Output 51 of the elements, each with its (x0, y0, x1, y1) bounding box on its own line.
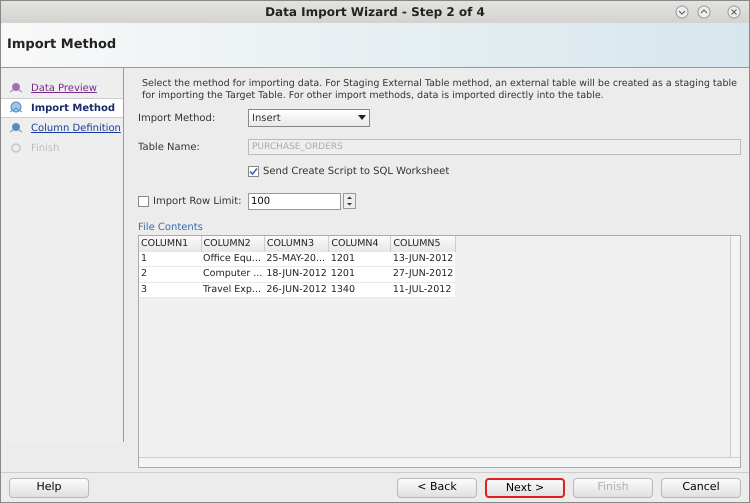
table-cell: 1 (139, 252, 201, 267)
maximize-icon[interactable] (697, 5, 711, 19)
column-header[interactable]: COLUMN3 (264, 236, 329, 252)
checkbox-label: Import Row Limit: (153, 194, 242, 208)
row-limit-field[interactable]: 100 (248, 192, 341, 210)
step-item[interactable]: Column Definition (1, 118, 123, 138)
section-title: File Contents (138, 221, 204, 235)
checkbox[interactable] (248, 166, 259, 176)
checkbox-label: Send Create Script to SQL Worksheet (263, 164, 450, 178)
check-icon (249, 166, 258, 176)
wizard-button[interactable]: Next > (485, 478, 565, 498)
table-cell: 2 (139, 266, 201, 282)
page-title: Import Method (7, 36, 116, 54)
column-header[interactable]: COLUMN1 (139, 236, 201, 252)
table-cell: Computer ... (201, 266, 264, 282)
description-text: Select the method for importing data. For Staging External Table method, an external table will be created as a staging table for importing the Target Table. For other import methods, data is imported directly into the table. (141, 78, 738, 102)
window-title: Data Import Wizard - Step 2 of 4 (265, 4, 485, 21)
vertical-scrollbar[interactable] (730, 236, 740, 457)
close-icon[interactable] (727, 5, 741, 19)
checkbox[interactable] (138, 196, 149, 206)
column-header[interactable]: COLUMN5 (390, 236, 456, 252)
table-cell: 11-JUL-2012 (390, 282, 456, 298)
import-method-dropdown[interactable]: Insert (248, 109, 370, 127)
table-cell: 18-JUN-2012 (264, 266, 329, 282)
step-item[interactable]: Import Method (1, 98, 123, 118)
step-node-icon (9, 121, 23, 135)
minimize-icon[interactable] (675, 5, 689, 19)
table-cell: 3 (139, 282, 201, 298)
step-node-icon (9, 81, 23, 95)
table-cell: 1201 (328, 266, 391, 282)
horizontal-scrollbar[interactable] (139, 457, 740, 467)
step-node-icon (9, 101, 23, 115)
field-label: Table Name: (138, 140, 201, 154)
wizard-button[interactable]: Help (9, 478, 89, 498)
field-label: Import Method: (138, 112, 216, 126)
column-header[interactable]: COLUMN4 (328, 236, 391, 252)
table-cell: 13-JUN-2012 (390, 252, 456, 267)
step-node-icon (9, 141, 23, 155)
step-item[interactable]: Data Preview (1, 78, 123, 98)
table-cell: 25-MAY-20... (264, 252, 329, 267)
table-cell: 1340 (328, 282, 391, 298)
table-cell: 27-JUN-2012 (390, 266, 456, 282)
table-cell: Office Equ... (201, 252, 264, 267)
table-cell: Travel Exp... (201, 282, 264, 298)
spinner-icon[interactable] (343, 193, 356, 209)
table-cell: 1201 (328, 252, 391, 267)
wizard-button[interactable]: Cancel (661, 478, 741, 498)
wizard-button[interactable]: < Back (397, 478, 477, 498)
table-cell: 26-JUN-2012 (264, 282, 329, 298)
column-header[interactable]: COLUMN2 (201, 236, 264, 252)
caret-icon (358, 115, 366, 121)
